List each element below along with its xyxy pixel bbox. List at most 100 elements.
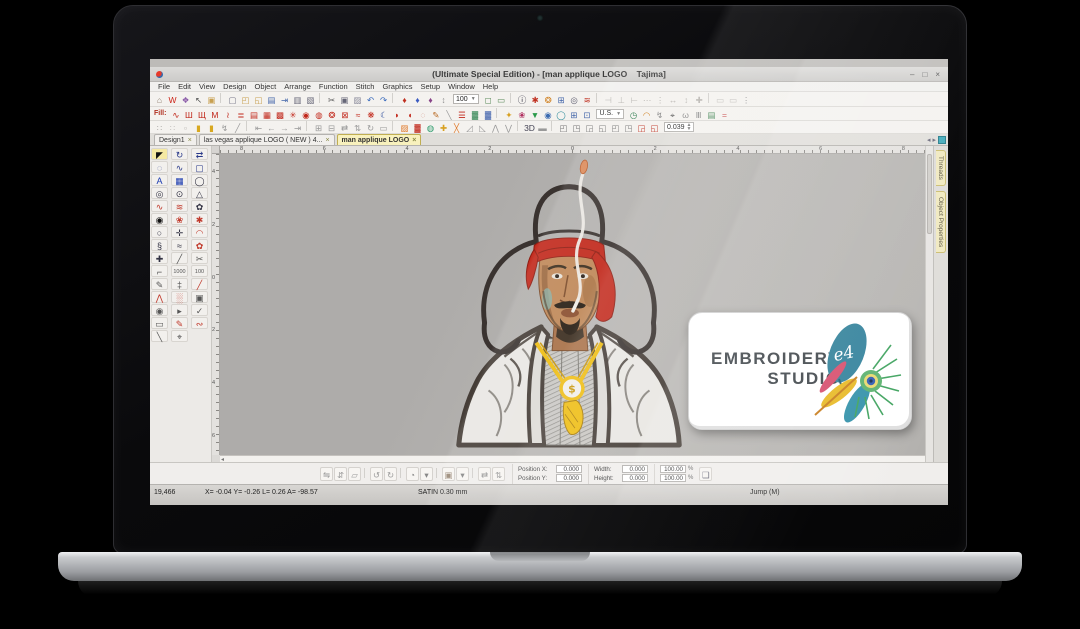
spiral-fill-icon[interactable]: ❂ — [325, 110, 338, 121]
hoop-oval-icon[interactable]: ◯ — [554, 110, 567, 121]
horizontal-scrollbar[interactable]: ◂ — [220, 455, 925, 463]
dots-icon[interactable]: ∷ — [166, 123, 179, 133]
overlap-3-icon[interactable]: ◲ — [583, 123, 596, 133]
overlap-red-2-icon[interactable]: ◱ — [648, 123, 661, 133]
open-recent-icon[interactable]: ◱ — [252, 95, 265, 106]
mirror-tool-icon[interactable]: ⇄ — [191, 148, 208, 160]
tatami-icon[interactable]: ▩ — [273, 110, 286, 121]
panel-toggle-icon[interactable] — [938, 136, 946, 144]
position-y-field[interactable]: 0.000 — [556, 474, 582, 482]
show-stitches-icon[interactable]: ≋ — [581, 95, 594, 106]
move-h-icon[interactable]: ↔ — [667, 95, 680, 106]
probe-tool-icon[interactable]: ⌖ — [171, 330, 188, 342]
arc-tool-icon[interactable]: ◠ — [191, 226, 208, 238]
units-field[interactable]: U.S. ▼ — [596, 108, 625, 119]
rotate-left-icon[interactable]: ↺ — [370, 466, 383, 481]
wave-tool-icon[interactable]: ≈ — [171, 239, 188, 251]
shape-tool-icon[interactable]: ▢ — [191, 161, 208, 173]
first-object-icon[interactable]: ⇤ — [252, 123, 265, 133]
whats-new-icon[interactable]: ❖ — [179, 95, 192, 106]
petal-a-icon[interactable]: ◗ — [390, 110, 403, 121]
menu-object[interactable]: Object — [251, 82, 281, 91]
nudge-icon[interactable]: ✚ — [693, 95, 706, 106]
fan-effect-icon[interactable]: ✚ — [437, 123, 450, 133]
restore-button[interactable]: □ — [922, 70, 927, 79]
document-tab-man-applique-logo[interactable]: man applique LOGO × — [336, 134, 422, 145]
wave-fill-icon[interactable]: ≈ — [351, 110, 364, 121]
menu-stitch[interactable]: Stitch — [352, 82, 379, 91]
remove-overlap-icon[interactable]: ▨ — [398, 123, 411, 133]
grid-b-icon[interactable]: ⊡ — [580, 110, 593, 121]
zoom-1000-icon[interactable]: 1000 — [171, 265, 188, 277]
stitch-select-icon[interactable]: ⌖ — [666, 110, 679, 121]
lettering-icon[interactable]: A — [151, 174, 168, 186]
overlap-6-icon[interactable]: ◳ — [622, 123, 635, 133]
outline-box-icon[interactable]: ▭ — [377, 123, 390, 133]
auto-arc-icon[interactable]: ◠ — [640, 110, 653, 121]
menu-arrange[interactable]: Arrange — [280, 82, 315, 91]
minimize-button[interactable]: – — [910, 70, 914, 79]
rotate-dial-icon[interactable]: ◔ — [406, 466, 419, 481]
align-center-icon[interactable]: ⊥ — [615, 95, 628, 106]
moon-icon[interactable]: ☾ — [377, 110, 390, 121]
knife-tool-icon[interactable]: ╱ — [171, 252, 188, 264]
peak-b-icon[interactable]: ⋁ — [502, 123, 515, 133]
document-tab-las-vegas-applique-logo-new-4-[interactable]: las vegas applique LOGO ( NEW ) 4... × — [198, 134, 335, 145]
rotate-45-icon[interactable]: ↻ — [364, 123, 377, 133]
insert-red-icon[interactable]: ♦ — [398, 95, 411, 106]
scissors-tool-icon[interactable]: ✂ — [191, 252, 208, 264]
home-icon[interactable]: ⌂ — [153, 95, 166, 106]
3d-toggle-icon[interactable]: 3D — [523, 123, 536, 133]
overlap-2-icon[interactable]: ◳ — [570, 123, 583, 133]
target-icon[interactable]: ◉ — [151, 213, 168, 225]
rotate-tool-icon[interactable]: ↻ — [171, 148, 188, 160]
flip-h-icon[interactable]: ⇄ — [338, 123, 351, 133]
satin-icon[interactable]: ▤ — [247, 110, 260, 121]
grid-toggle-icon[interactable]: ⊞ — [555, 95, 568, 106]
petal-b-icon[interactable]: ◖ — [403, 110, 416, 121]
undo-icon[interactable]: ↶ — [364, 95, 377, 106]
red-wave-icon[interactable]: ∾ — [191, 317, 208, 329]
move-v-icon[interactable]: ↕ — [680, 95, 693, 106]
width-field[interactable]: 0.000 — [622, 465, 648, 473]
run-tool-icon[interactable]: ∿ — [151, 200, 168, 212]
ring-tool-icon[interactable]: ○ — [151, 226, 168, 238]
swatch-green-icon[interactable]: ▓ — [468, 110, 481, 121]
needle-tool-icon[interactable]: ‡ — [171, 278, 188, 290]
marquee-icon[interactable]: ∷ — [153, 123, 166, 133]
tshirt-icon[interactable]: ▼ — [528, 110, 541, 121]
scrollbar-thumb[interactable] — [927, 154, 932, 234]
scroll-left-icon[interactable]: ◂ — [221, 456, 224, 463]
lasso-icon[interactable]: ◌ — [151, 161, 168, 173]
field-b-icon[interactable]: ▭ — [727, 95, 740, 106]
new-design-icon[interactable]: ▢ — [226, 95, 239, 106]
triangle-tool-icon[interactable]: △ — [191, 187, 208, 199]
stemstitch-icon[interactable]: ≣ — [234, 110, 247, 121]
insert-team-icon[interactable]: ♦ — [424, 95, 437, 106]
backstitch-icon[interactable]: ≀ — [221, 110, 234, 121]
flip-horizontal-icon[interactable]: ⇋ — [320, 466, 333, 481]
design-info-icon[interactable]: ⓘ — [516, 95, 529, 106]
ellipse-tool-icon[interactable]: ◯ — [191, 174, 208, 186]
crosshatch-icon[interactable]: ⊠ — [338, 110, 351, 121]
branching-icon[interactable]: ↯ — [653, 110, 666, 121]
slant-a-icon[interactable]: ◿ — [463, 123, 476, 133]
tab-prev-icon[interactable]: ◂ — [927, 136, 931, 144]
overlap-4-icon[interactable]: ◱ — [596, 123, 609, 133]
dup-dd-icon[interactable]: ▾ — [456, 466, 469, 481]
lock-icon[interactable]: ▮ — [192, 123, 205, 133]
field-a-icon[interactable]: ▭ — [714, 95, 727, 106]
sculpture-run-icon[interactable]: Щ — [195, 110, 208, 121]
eye-tool-icon[interactable]: ◉ — [151, 304, 168, 316]
tab-close-icon[interactable]: × — [325, 137, 329, 144]
color-wheel-icon[interactable]: ❂ — [542, 95, 555, 106]
fan-tool-icon[interactable]: ✛ — [171, 226, 188, 238]
ruler-icon[interactable]: ▬ — [536, 123, 549, 133]
flower-tool-icon[interactable]: ✿ — [191, 239, 208, 251]
box-tool-icon[interactable]: ▭ — [151, 317, 168, 329]
line-icon[interactable]: ╲ — [442, 110, 455, 121]
run-stitch-icon[interactable]: ∿ — [169, 110, 182, 121]
satin-tool-icon[interactable]: ≋ — [171, 200, 188, 212]
raised-satin-icon[interactable]: ▦ — [260, 110, 273, 121]
knife-icon[interactable]: ╱ — [231, 123, 244, 133]
